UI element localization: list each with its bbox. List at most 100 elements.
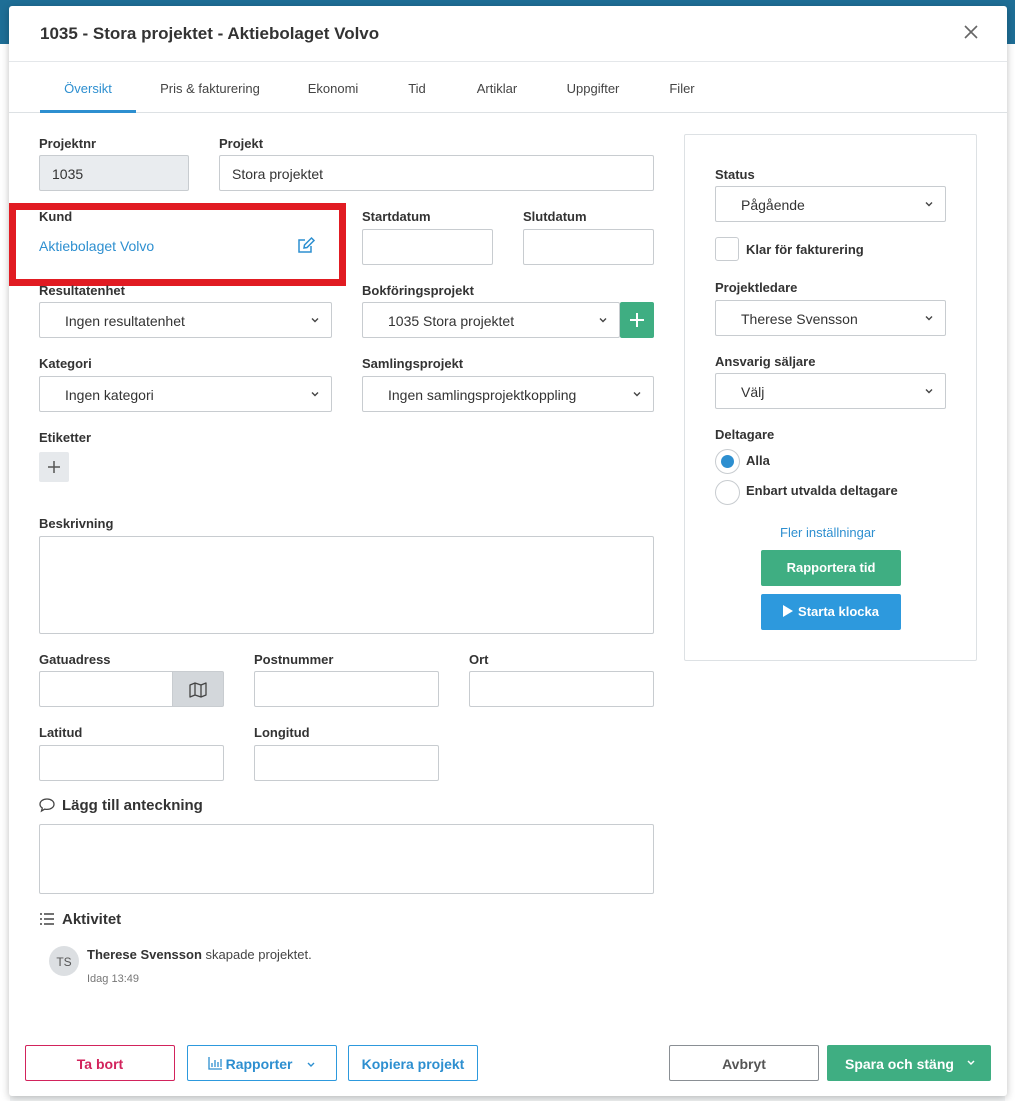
slutdatum-field[interactable]	[523, 229, 654, 265]
tab-bar: Översikt Pris & fakturering Ekonomi Tid …	[9, 63, 1007, 113]
projektledare-select[interactable]: Therese Svensson	[715, 300, 946, 336]
save-and-close-button[interactable]: Spara och stäng	[827, 1045, 991, 1081]
ready-for-invoicing-checkbox[interactable]	[715, 237, 739, 261]
radio-selected-dot	[721, 455, 734, 468]
chevron-down-icon	[311, 318, 319, 323]
plus-icon	[48, 461, 60, 473]
notes-heading: Lägg till anteckning	[62, 797, 203, 814]
ready-for-invoicing-label: Klar för fakturering	[746, 242, 864, 257]
postnummer-field[interactable]	[254, 671, 439, 707]
comment-icon	[39, 798, 55, 813]
resultatenhet-label: Resultatenhet	[39, 283, 125, 298]
slutdatum-label: Slutdatum	[523, 209, 587, 224]
radio-enbart-utvalda[interactable]	[715, 480, 740, 505]
projekt-label: Projekt	[219, 136, 264, 151]
bokforingsprojekt-select[interactable]: 1035 Stora projektet	[362, 302, 620, 338]
kategori-value: Ingen kategori	[65, 387, 154, 403]
play-icon	[783, 605, 794, 617]
status-value: Pågående	[741, 197, 805, 213]
ansvarig-saljare-label: Ansvarig säljare	[715, 354, 816, 369]
save-and-close-label: Spara och stäng	[845, 1056, 954, 1072]
chevron-down-icon[interactable]	[966, 1059, 976, 1067]
tab-artiklar[interactable]: Artiklar	[467, 63, 527, 113]
radio-alla[interactable]	[715, 449, 740, 474]
projektledare-label: Projektledare	[715, 280, 798, 295]
etiketter-label: Etiketter	[39, 430, 92, 445]
status-select[interactable]: Pågående	[715, 186, 946, 222]
chevron-down-icon	[307, 1062, 315, 1067]
resultatenhet-select[interactable]: Ingen resultatenhet	[39, 302, 332, 338]
ort-label: Ort	[469, 652, 489, 667]
projektnr-field: 1035	[39, 155, 189, 191]
start-clock-label: Starta klocka	[798, 604, 879, 619]
chevron-down-icon	[925, 202, 933, 207]
radio-alla-label: Alla	[746, 453, 770, 468]
beskrivning-label: Beskrivning	[39, 516, 114, 531]
postnummer-label: Postnummer	[254, 652, 334, 667]
close-icon	[964, 25, 978, 39]
chevron-down-icon	[925, 389, 933, 394]
start-clock-button[interactable]: Starta klocka	[761, 594, 901, 630]
reports-button[interactable]: Rapporter	[187, 1045, 337, 1081]
bokforingsprojekt-label: Bokföringsprojekt	[362, 283, 474, 298]
longitud-label: Longitud	[254, 725, 310, 740]
list-icon	[40, 913, 54, 925]
tab-pris-fakturering[interactable]: Pris & fakturering	[154, 63, 266, 113]
map-icon	[189, 682, 207, 698]
avatar: TS	[49, 946, 79, 976]
kund-link[interactable]: Aktiebolaget Volvo	[39, 238, 154, 254]
tab-tid[interactable]: Tid	[399, 63, 435, 113]
activity-heading: Aktivitet	[62, 911, 122, 928]
beskrivning-textarea[interactable]	[39, 536, 654, 634]
map-button[interactable]	[172, 671, 224, 707]
close-button[interactable]	[961, 22, 981, 42]
modal-header: 1035 - Stora projektet - Aktiebolaget Vo…	[9, 6, 1007, 62]
tab-oversikt[interactable]: Översikt	[40, 63, 136, 113]
samlingsprojekt-select[interactable]: Ingen samlingsprojektkoppling	[362, 376, 654, 412]
tab-filer[interactable]: Filer	[662, 63, 702, 113]
plus-icon	[630, 313, 644, 327]
note-textarea[interactable]	[39, 824, 654, 894]
tab-ekonomi[interactable]: Ekonomi	[297, 63, 369, 113]
project-modal: 1035 - Stora projektet - Aktiebolaget Vo…	[9, 6, 1007, 1096]
tab-uppgifter[interactable]: Uppgifter	[557, 63, 629, 113]
chevron-down-icon	[311, 392, 319, 397]
bar-chart-icon	[207, 1057, 222, 1070]
reports-label: Rapporter	[225, 1056, 293, 1072]
report-time-button[interactable]: Rapportera tid	[761, 550, 901, 586]
startdatum-field[interactable]	[362, 229, 493, 265]
ansvarig-saljare-value: Välj	[741, 384, 765, 400]
kund-label: Kund	[39, 209, 73, 224]
gatuadress-field[interactable]	[39, 671, 173, 707]
longitud-field[interactable]	[254, 745, 439, 781]
cancel-button[interactable]: Avbryt	[669, 1045, 819, 1081]
status-label: Status	[715, 167, 755, 182]
bokforingsprojekt-value: 1035 Stora projektet	[388, 313, 515, 329]
projektledare-value: Therese Svensson	[741, 311, 858, 327]
activity-timestamp: Idag 13:49	[87, 973, 139, 985]
chevron-down-icon	[599, 318, 607, 323]
ansvarig-saljare-select[interactable]: Välj	[715, 373, 946, 409]
activity-user: Therese Svensson	[87, 947, 202, 962]
activity-entry: Therese Svensson skapade projektet.	[87, 947, 312, 962]
copy-project-button[interactable]: Kopiera projekt	[348, 1045, 478, 1081]
kategori-select[interactable]: Ingen kategori	[39, 376, 332, 412]
projekt-name-field[interactable]: Stora projektet	[219, 155, 654, 191]
activity-action: skapade projektet.	[201, 947, 312, 962]
more-settings-link[interactable]: Fler inställningar	[780, 525, 875, 540]
projektnr-label: Projektnr	[39, 136, 97, 151]
ort-field[interactable]	[469, 671, 654, 707]
latitud-field[interactable]	[39, 745, 224, 781]
kategori-label: Kategori	[39, 356, 92, 371]
startdatum-label: Startdatum	[362, 209, 431, 224]
samlingsprojekt-value: Ingen samlingsprojektkoppling	[388, 387, 577, 403]
delete-button[interactable]: Ta bort	[25, 1045, 175, 1081]
deltagare-label: Deltagare	[715, 427, 775, 442]
radio-enbart-utvalda-label: Enbart utvalda deltagare	[746, 483, 898, 498]
samlingsprojekt-label: Samlingsprojekt	[362, 356, 464, 371]
chevron-down-icon	[633, 392, 641, 397]
side-panel: Status Pågående Klar för fakturering Pro…	[684, 134, 977, 661]
edit-customer-icon[interactable]	[296, 235, 316, 255]
add-tag-button[interactable]	[39, 452, 69, 482]
add-bokforingsprojekt-button[interactable]	[620, 302, 654, 338]
